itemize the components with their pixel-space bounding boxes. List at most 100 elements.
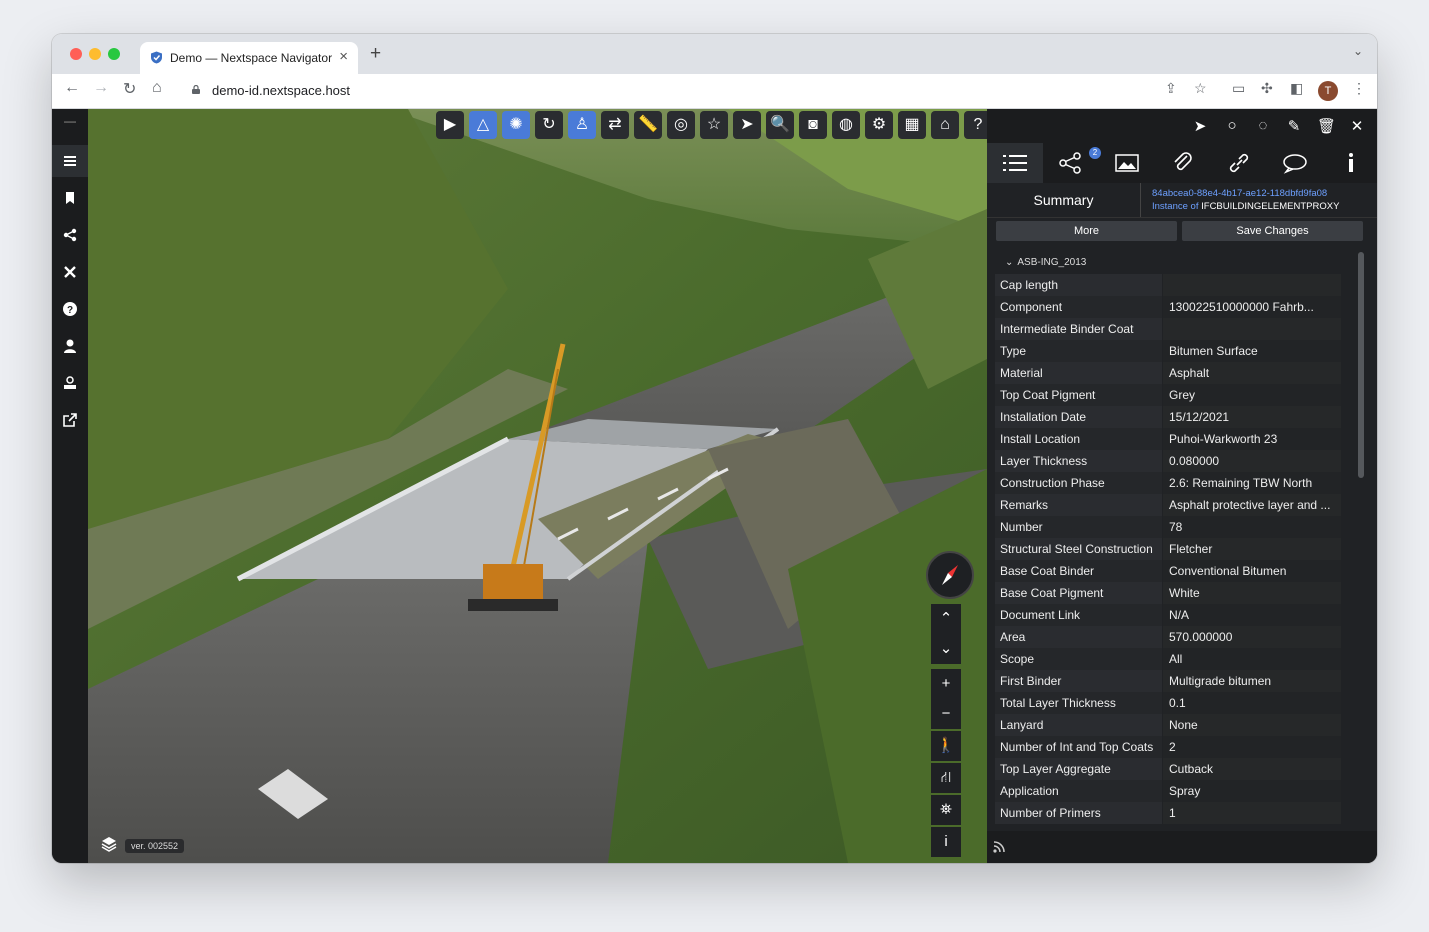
walk-button[interactable]: 🚶 <box>931 731 961 761</box>
property-row[interactable]: Number of Primers 1 <box>995 802 1341 824</box>
property-row[interactable]: Intermediate Binder Coat <box>995 318 1341 340</box>
map-pin-button[interactable]: ⛯ <box>931 795 961 825</box>
property-row[interactable]: Total Layer Thickness 0.1 <box>995 692 1341 714</box>
avatar[interactable]: T <box>1318 81 1338 101</box>
tilt-up-button[interactable]: ⌃ <box>931 604 961 634</box>
close-icon[interactable]: ✕ <box>1348 117 1366 135</box>
person-tool[interactable]: ♙ <box>568 111 596 139</box>
maximize-window-dot[interactable] <box>108 48 120 60</box>
zoom-out-button[interactable]: − <box>931 699 961 729</box>
pointer-tool[interactable]: ➤ <box>733 111 761 139</box>
property-row[interactable]: Construction Phase 2.6: Remaining TBW Nor… <box>995 472 1341 494</box>
help-tool[interactable]: ? <box>964 111 987 139</box>
more-button[interactable]: More <box>996 221 1177 241</box>
camera-tool[interactable]: ◙ <box>799 111 827 139</box>
play-tool[interactable]: ▶ <box>436 111 464 139</box>
property-row[interactable]: Base Coat Pigment White <box>995 582 1341 604</box>
zoom-in-button[interactable]: + <box>931 669 961 699</box>
property-row[interactable]: Top Coat Pigment Grey <box>995 384 1341 406</box>
property-value[interactable]: 0.080000 <box>1163 450 1341 472</box>
property-row[interactable]: Scope All <box>995 648 1341 670</box>
rss-icon[interactable] <box>993 841 1005 853</box>
property-value[interactable]: None <box>1163 714 1341 736</box>
circle-icon[interactable]: ○ <box>1223 117 1241 135</box>
property-row[interactable]: Component 130022510000000 Fahrb... <box>995 296 1341 318</box>
user-button[interactable] <box>52 330 88 362</box>
property-value[interactable] <box>1163 318 1341 340</box>
home-icon[interactable]: ⌂ <box>152 79 162 97</box>
swap-tool[interactable]: ⇄ <box>601 111 629 139</box>
property-row[interactable]: Number of Int and Top Coats 2 <box>995 736 1341 758</box>
target-tool[interactable]: ◎ <box>667 111 695 139</box>
property-value[interactable]: 2 <box>1163 736 1341 758</box>
close-window-dot[interactable] <box>70 48 82 60</box>
compass[interactable] <box>926 551 974 599</box>
tab-share[interactable]: 2 <box>1043 143 1101 183</box>
badge-user-button[interactable] <box>52 367 88 399</box>
property-value[interactable]: Asphalt protective layer and ... <box>1163 494 1341 516</box>
layers-icon[interactable] <box>100 835 118 853</box>
property-value[interactable]: 15/12/2021 <box>1163 406 1341 428</box>
section-header[interactable]: ⌄ ASB-ING_2013 <box>1005 257 1086 268</box>
property-value[interactable]: Spray <box>1163 780 1341 802</box>
kebab-icon[interactable]: ⋮ <box>1352 80 1366 97</box>
property-row[interactable]: Structural Steel Construction Fletcher <box>995 538 1341 560</box>
help-button[interactable]: ? <box>52 293 88 325</box>
forward-icon[interactable]: → <box>93 79 109 97</box>
road-view-button[interactable]: ⛙ <box>931 763 961 793</box>
share-nodes-button[interactable] <box>52 219 88 251</box>
globe-tool[interactable]: ◍ <box>832 111 860 139</box>
hide-icon[interactable]: ◌ <box>1254 117 1272 135</box>
tilt-down-button[interactable]: ⌄ <box>931 634 961 664</box>
property-value[interactable]: 78 <box>1163 516 1341 538</box>
map-viewport[interactable]: ▶ △ ✺ ↻ ♙ ⇄ 📏 ◎ ☆ ➤ 🔍 ◙ ◍ ⚙ ▦ ⌂ ? ✥ <box>88 109 987 863</box>
tab-attachments[interactable] <box>1155 143 1211 183</box>
property-row[interactable]: First Binder Multigrade bitumen <box>995 670 1341 692</box>
property-value[interactable]: Grey <box>1163 384 1341 406</box>
measure-tool[interactable]: 📏 <box>634 111 662 139</box>
property-value[interactable]: 0.1 <box>1163 692 1341 714</box>
property-value[interactable] <box>1163 274 1341 296</box>
menu-button[interactable] <box>52 145 88 177</box>
settings-tool[interactable]: ⚙ <box>865 111 893 139</box>
property-value[interactable]: Asphalt <box>1163 362 1341 384</box>
property-value[interactable]: White <box>1163 582 1341 604</box>
tab-list[interactable] <box>987 143 1043 183</box>
home-tool[interactable]: ⌂ <box>931 111 959 139</box>
property-row[interactable]: Base Coat Binder Conventional Bitumen <box>995 560 1341 582</box>
screen-icon[interactable]: ▭ <box>1232 80 1245 97</box>
trash-icon[interactable]: 🗑 <box>1317 117 1336 135</box>
property-value[interactable]: Fletcher <box>1163 538 1341 560</box>
extensions-icon[interactable]: ✣ <box>1261 80 1273 97</box>
property-value[interactable]: N/A <box>1163 604 1341 626</box>
property-value[interactable]: Cutback <box>1163 758 1341 780</box>
tab-info[interactable] <box>1323 143 1377 183</box>
brush-icon[interactable]: ✎ <box>1285 117 1303 135</box>
property-row[interactable]: Application Spray <box>995 780 1341 802</box>
property-row[interactable]: Document Link N/A <box>995 604 1341 626</box>
grid-tool[interactable]: ▦ <box>898 111 926 139</box>
property-value[interactable]: 570.000000 <box>1163 626 1341 648</box>
property-value[interactable]: Multigrade bitumen <box>1163 670 1341 692</box>
reload-icon[interactable]: ↻ <box>123 79 136 99</box>
save-changes-button[interactable]: Save Changes <box>1182 221 1363 241</box>
property-row[interactable]: Install Location Puhoi-Warkworth 23 <box>995 428 1341 450</box>
property-row[interactable]: Area 570.000000 <box>995 626 1341 648</box>
close-tab-icon[interactable]: × <box>339 48 348 65</box>
property-row[interactable]: Cap length <box>995 274 1341 296</box>
send-icon[interactable]: ➤ <box>1191 117 1209 135</box>
star-icon[interactable]: ☆ <box>1194 80 1207 97</box>
tools-button[interactable] <box>52 256 88 288</box>
minimize-window-dot[interactable] <box>89 48 101 60</box>
tab-links[interactable] <box>1211 143 1267 183</box>
new-tab-icon[interactable]: + <box>370 43 381 65</box>
sidebar-icon[interactable]: ◧ <box>1290 80 1303 97</box>
property-row[interactable]: Top Layer Aggregate Cutback <box>995 758 1341 780</box>
url-field[interactable]: demo-id.nextspace.host <box>212 83 350 98</box>
tab-images[interactable] <box>1099 143 1155 183</box>
property-value[interactable]: Conventional Bitumen <box>1163 560 1341 582</box>
property-value[interactable]: Bitumen Surface <box>1163 340 1341 362</box>
tab-search-chevron-icon[interactable]: ⌄ <box>1353 44 1363 58</box>
external-link-button[interactable] <box>52 404 88 436</box>
terrain-tool[interactable]: △ <box>469 111 497 139</box>
